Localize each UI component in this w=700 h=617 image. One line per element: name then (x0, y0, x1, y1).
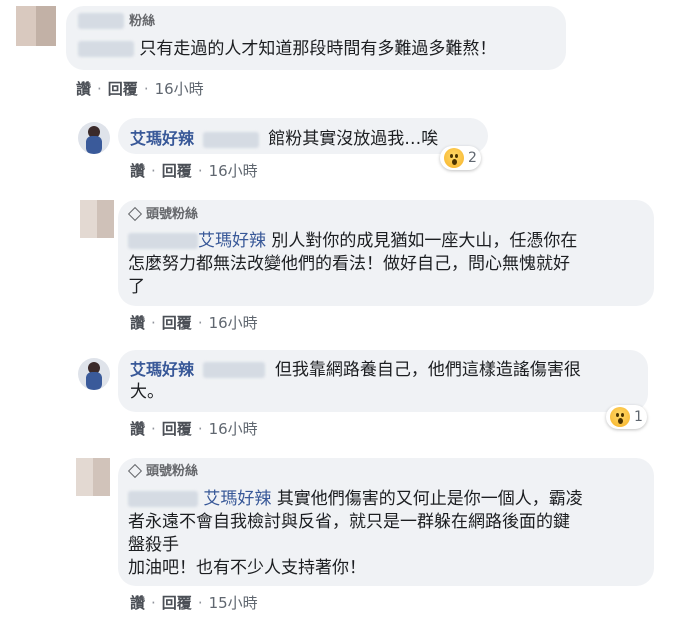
tagged-user[interactable]: 艾瑪好辣 (203, 489, 271, 509)
like-button[interactable]: 讚 (76, 80, 91, 98)
comment-text-line2: 怎麼努力都無法改變他們的看法！做好自己，問心無愧就好 (128, 254, 570, 274)
diamond-icon (127, 463, 143, 479)
comment-actions: 讚 · 回覆 · 16小時 (130, 314, 258, 332)
avatar[interactable] (80, 200, 114, 238)
top-fan-badge: 頭號粉絲 (146, 464, 199, 479)
comment-text-line2: 者永遠不會自我檢討與反省，就只是一群躲在網路後面的鍵 (128, 512, 570, 532)
comment-actions: 讚 · 回覆 · 16小時 (76, 80, 204, 98)
like-button[interactable]: 讚 (130, 314, 145, 332)
timestamp[interactable]: 16小時 (209, 420, 258, 438)
avatar[interactable] (76, 458, 110, 496)
comment-bubble: 頭號粉絲 艾瑪好辣 別人對你的成見猶如一座大山，任憑你在 怎麼努力都無法改變他們… (118, 200, 654, 306)
author-name[interactable]: 艾瑪好辣 (130, 129, 194, 148)
reply-button[interactable]: 回覆 (162, 594, 192, 612)
like-button[interactable]: 讚 (130, 420, 145, 438)
comment-text-line3: 盤殺手 (128, 535, 179, 555)
comment-text-line1: 別人對你的成見猶如一座大山，任憑你在 (271, 231, 578, 251)
comment-bubble: 頭號粉絲 艾瑪好辣 其實他們傷害的又何止是你一個人，霸凌 者永遠不會自我檢討與反… (118, 458, 654, 586)
diamond-icon (127, 206, 143, 222)
timestamp[interactable]: 16小時 (155, 80, 204, 98)
avatar[interactable] (78, 122, 110, 154)
comment-text: 只有走過的人才知道那段時間有多難過多難熬！ (139, 39, 497, 59)
comment-bubble: 粉絲 只有走過的人才知道那段時間有多難過多難熬！ (66, 6, 566, 70)
wow-emoji-icon (610, 407, 630, 427)
like-button[interactable]: 讚 (130, 162, 145, 180)
reaction-count[interactable]: 2 (440, 146, 481, 170)
blurred-tag (203, 362, 266, 378)
reaction-count[interactable]: 1 (606, 405, 647, 429)
comment-bubble: 艾瑪好辣 但我靠網路養自己，他們這樣造謠傷害很 大。 (118, 350, 648, 412)
comment-text-line1: 但我靠網路養自己，他們這樣造謠傷害很 (274, 360, 581, 380)
tagged-user[interactable]: 艾瑪好辣 (198, 231, 266, 251)
comment-actions: 讚 · 回覆 · 16小時 (130, 162, 258, 180)
comment-bubble: 艾瑪好辣 館粉其實沒放過我…唉 (118, 118, 488, 154)
blurred-username (128, 233, 198, 249)
comment-actions: 讚 · 回覆 · 16小時 (130, 420, 258, 438)
avatar[interactable] (16, 6, 56, 46)
timestamp[interactable]: 16小時 (209, 314, 258, 332)
author-name[interactable]: 艾瑪好辣 (130, 360, 194, 379)
comment-text-line1: 其實他們傷害的又何止是你一個人，霸凌 (276, 489, 583, 509)
avatar[interactable] (78, 358, 110, 390)
timestamp[interactable]: 16小時 (209, 162, 258, 180)
blurred-username (78, 41, 134, 57)
fan-badge: 粉絲 (129, 14, 156, 29)
timestamp[interactable]: 15小時 (209, 594, 258, 612)
wow-emoji-icon (444, 148, 464, 168)
blurred-username (128, 491, 198, 507)
comment-actions: 讚 · 回覆 · 15小時 (130, 594, 258, 612)
reply-button[interactable]: 回覆 (162, 314, 192, 332)
top-fan-badge: 頭號粉絲 (146, 207, 199, 222)
comment-text: 館粉其實沒放過我…唉 (268, 129, 439, 149)
reply-button[interactable]: 回覆 (162, 420, 192, 438)
comment-text-line4: 加油吧！也有不少人支持著你！ (128, 558, 366, 578)
reply-button[interactable]: 回覆 (162, 162, 192, 180)
blurred-username (78, 12, 124, 29)
comment-text-line3: 了 (128, 277, 145, 297)
like-button[interactable]: 讚 (130, 594, 145, 612)
comment-text-line2: 大。 (130, 382, 164, 402)
blurred-tag (203, 131, 260, 148)
reply-button[interactable]: 回覆 (108, 80, 138, 98)
